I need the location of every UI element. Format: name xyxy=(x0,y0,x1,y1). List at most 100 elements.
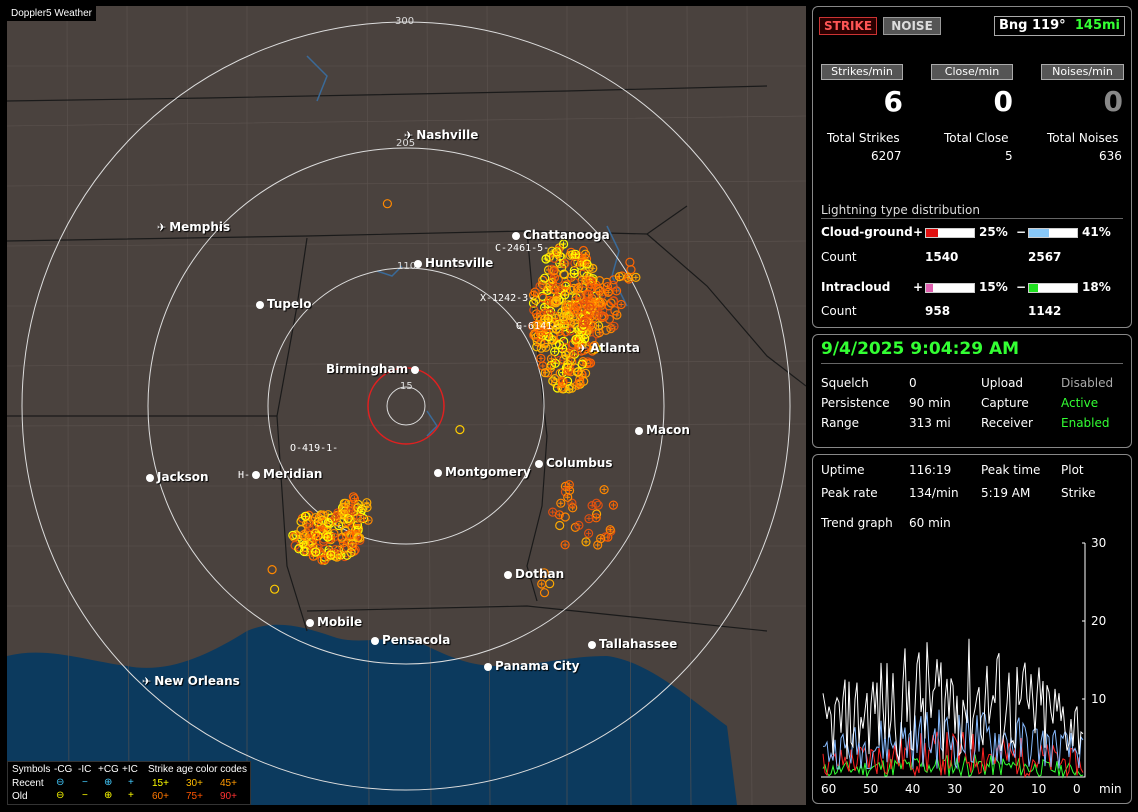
city-name: Pensacola xyxy=(382,633,451,647)
cloud-ground-label: Cloud-ground xyxy=(821,225,913,239)
strike-marker xyxy=(539,588,550,598)
x-tick-label: 10 xyxy=(1031,782,1046,796)
city-panama-city: Panama City xyxy=(484,659,579,673)
cg-plus-bar xyxy=(925,228,975,238)
cg-plus-count: 1540 xyxy=(925,250,959,264)
station-tag: X-1242-3- xyxy=(480,293,535,304)
neg-cg-icon: ⊖ xyxy=(56,777,65,788)
close-per-min-value: 0 xyxy=(993,85,1013,118)
city-name: Tupelo xyxy=(267,297,312,311)
city-name: Dothan xyxy=(515,567,565,581)
ic-count-label: Count xyxy=(821,304,857,318)
noises-per-min-button[interactable]: Noises/min xyxy=(1041,64,1124,80)
trend-panel: Uptime 116:19 Peak time Plot Peak rate 1… xyxy=(812,454,1132,804)
squelch-label: Squelch xyxy=(821,376,869,390)
city-dot-icon xyxy=(411,366,420,374)
city-birmingham: Birmingham xyxy=(326,362,422,376)
strike-button[interactable]: STRIKE xyxy=(819,17,877,35)
city-dot-icon xyxy=(414,260,422,268)
strike-marker-plus xyxy=(586,516,592,522)
legend-symbols: Symbols xyxy=(12,764,51,775)
ic-plus-count: 958 xyxy=(925,304,951,318)
city-dot-icon xyxy=(635,427,643,435)
station-tag: O-419-1- xyxy=(290,443,339,454)
city-new-orleans: ✈ New Orleans xyxy=(142,674,240,688)
pos-ic-old-icon: + xyxy=(128,790,134,801)
city-dot-icon xyxy=(588,641,596,649)
city-dot-icon xyxy=(146,474,154,482)
noise-button[interactable]: NOISE xyxy=(883,17,941,35)
city-dot-icon xyxy=(252,471,260,479)
x-tick-label: 60 xyxy=(821,782,836,796)
fl-border xyxy=(306,605,768,632)
city-dot-icon xyxy=(484,663,492,671)
cg-minus-pct: 41% xyxy=(1082,225,1111,239)
strike-marker-plus xyxy=(540,363,546,369)
upload-label: Upload xyxy=(981,376,1024,390)
cg-plus-sign: + xyxy=(913,225,924,239)
strike-marker-plus xyxy=(571,270,577,276)
airport-icon: ✈ xyxy=(578,342,588,355)
pos-ic-icon: + xyxy=(128,777,134,788)
city-name: Birmingham xyxy=(326,362,409,376)
age-45: 45+ xyxy=(220,778,237,789)
airport-icon: ✈ xyxy=(404,129,414,142)
y-tick-label: 20 xyxy=(1091,614,1106,628)
strike-marker xyxy=(455,425,465,435)
cg-minus-count: 2567 xyxy=(1028,250,1062,264)
city-columbus: Columbus xyxy=(535,456,613,470)
upload-value[interactable]: Disabled xyxy=(1061,376,1113,390)
strike-marker-plus xyxy=(601,487,607,493)
range-label: Range xyxy=(821,416,860,430)
strike-marker xyxy=(270,584,280,594)
city-dot-icon xyxy=(512,232,520,240)
strikes-per-min-button[interactable]: Strikes/min xyxy=(821,64,903,80)
city-tupelo: Tupelo xyxy=(256,297,312,311)
age-90: 90+ xyxy=(220,791,237,802)
strike-marker-plus xyxy=(593,515,599,521)
cg-minus-bar xyxy=(1028,228,1078,238)
strike-marker xyxy=(555,520,565,531)
x-tick-label: 50 xyxy=(863,782,878,796)
legend-col-pos-cg: +CG xyxy=(98,764,119,775)
capture-value[interactable]: Active xyxy=(1061,396,1098,410)
persistence-value[interactable]: 90 min xyxy=(909,396,951,410)
strike-marker-plus xyxy=(595,542,601,548)
x-tick-label: 0 xyxy=(1073,782,1081,796)
ic-minus-count: 1142 xyxy=(1028,304,1062,318)
total-strikes-label: Total Strikes xyxy=(827,131,900,145)
ring-label-300: 300 xyxy=(395,16,415,27)
strike-marker xyxy=(382,199,392,209)
ga-sc xyxy=(646,233,806,387)
city-name: Montgomery xyxy=(445,465,531,479)
receiver-value[interactable]: Enabled xyxy=(1061,416,1110,430)
lightning-map[interactable]: Doppler5 Weather 300 205 110 15 ✈ Nashvil… xyxy=(7,6,806,805)
range-value[interactable]: 313 mi xyxy=(909,416,951,430)
city-dothan: Dothan xyxy=(504,567,564,581)
city-mobile: Mobile xyxy=(306,615,362,629)
city-name: Mobile xyxy=(317,615,363,629)
age-15: 15+ xyxy=(152,778,169,789)
app-title: Doppler5 Weather xyxy=(7,6,96,21)
settings-panel: 9/4/2025 9:04:29 AM Squelch 0 Upload Dis… xyxy=(812,334,1132,448)
close-per-min-button[interactable]: Close/min xyxy=(931,64,1013,80)
symbol-legend: Symbols -CG -IC +CG +IC Strike age color… xyxy=(7,761,251,805)
city-name: Panama City xyxy=(495,659,580,673)
ic-minus-pct: 18% xyxy=(1082,280,1111,294)
strike-marker-plus xyxy=(586,530,592,536)
strike-marker-plus xyxy=(633,274,639,280)
total-strikes-value: 6207 xyxy=(871,149,902,163)
legend-recent: Recent xyxy=(12,778,44,789)
strike-marker-plus xyxy=(610,502,616,508)
cg-minus-sign: − xyxy=(1016,225,1027,239)
city-dot-icon xyxy=(371,637,379,645)
strike-marker-plus xyxy=(583,539,589,545)
squelch-value[interactable]: 0 xyxy=(909,376,917,390)
city-name: Columbus xyxy=(546,456,613,470)
city-name: Tallahassee xyxy=(599,637,678,651)
city-name: New Orleans xyxy=(154,674,240,688)
age-30: 30+ xyxy=(186,778,203,789)
pos-cg-old-icon: ⊕ xyxy=(104,790,113,801)
strike-marker xyxy=(625,257,635,267)
ic-plus-sign: + xyxy=(913,280,924,294)
